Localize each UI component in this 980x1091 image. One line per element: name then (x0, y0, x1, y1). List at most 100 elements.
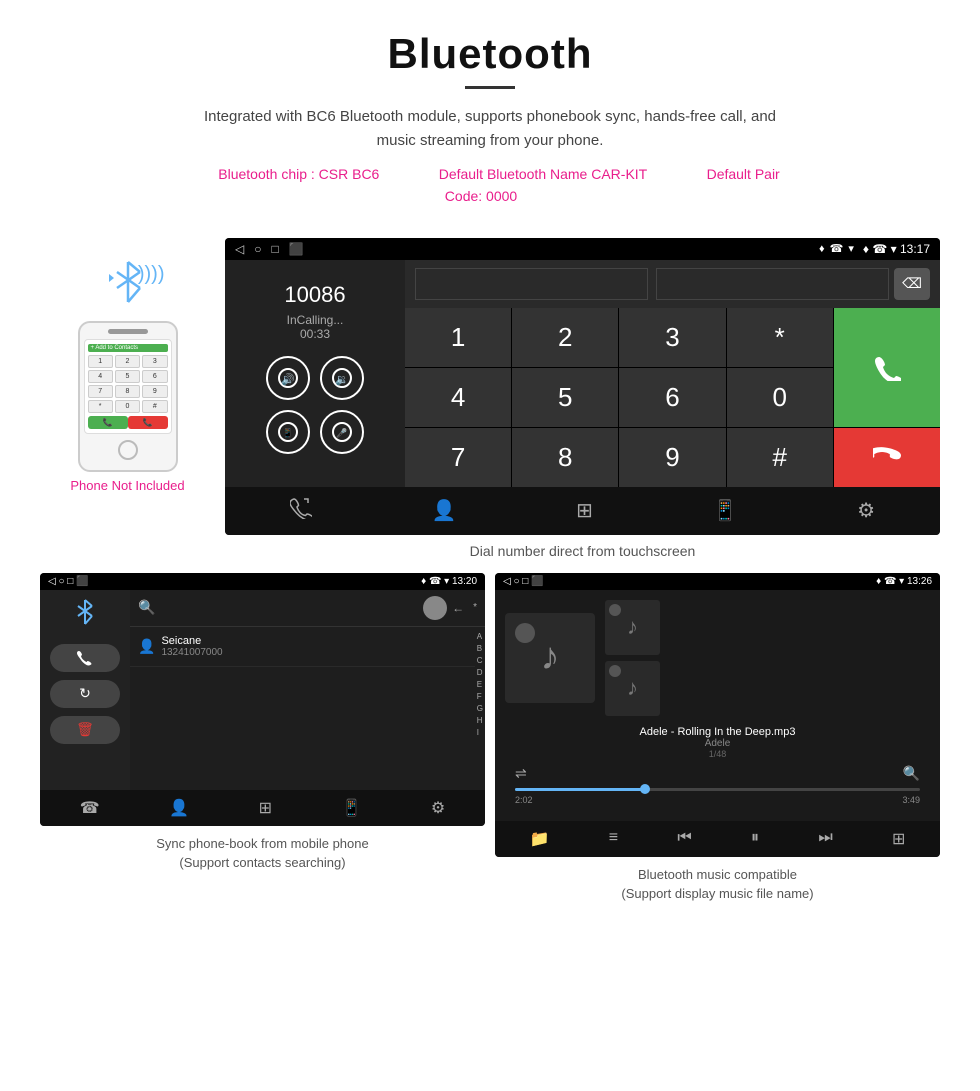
bottom-calls-icon[interactable] (290, 497, 312, 525)
numpad-0[interactable]: 0 (727, 368, 833, 427)
numpad-8[interactable]: 8 (512, 428, 618, 487)
numpad-3[interactable]: 3 (619, 308, 725, 367)
pb-contact-1[interactable]: 👤 Seicane 13241007000 (130, 627, 475, 667)
mute-btn[interactable]: 🎤 (320, 410, 364, 454)
pb-search-icon: 🔍 (138, 599, 155, 616)
ms-play-pause-icon[interactable]: ⏸ (751, 829, 759, 849)
volume-up-btn[interactable]: 🔊 (266, 356, 310, 400)
pb-contact-number: 13241007000 (161, 647, 466, 658)
phone-illustration: )))) + Add to Contacts 1 2 3 4 5 6 7 8 9… (40, 238, 215, 493)
pb-alpha-list: A B C D E F G H I (475, 627, 485, 747)
volume-down-btn[interactable]: 🔉 (320, 356, 364, 400)
phone-speaker (108, 329, 148, 334)
ms-prev-icon[interactable]: ⏮ (677, 829, 691, 849)
ms-search-icon[interactable]: 🔍 (903, 765, 920, 782)
pb-nav-icons: ◁ ○ □ ⬛ (48, 576, 89, 587)
numpad-2[interactable]: 2 (512, 308, 618, 367)
dial-input-box-2[interactable] (656, 268, 889, 300)
numpad-5[interactable]: 5 (512, 368, 618, 427)
numpad-9[interactable]: 9 (619, 428, 725, 487)
transfer-icon: 📱 (278, 422, 298, 442)
spec-line: Bluetooth chip : CSR BC6 Default Bluetoo… (190, 163, 790, 208)
call-red-icon (873, 443, 901, 471)
pb-mic-btn[interactable] (423, 596, 447, 620)
main-screen-wrap: ◁ ○ □ ⬛ ♦ ☎ ▾ ♦ ☎ ▾ 13:17 10086 InCallin… (225, 238, 940, 563)
pb-contact-info: Seicane 13241007000 (161, 635, 466, 658)
alpha-d: D (477, 667, 483, 679)
pb-bottom-dialpad[interactable]: ⊞ (259, 798, 272, 818)
pb-call-icon (77, 650, 93, 666)
ms-album-main: ♪ (505, 613, 595, 703)
pb-search-row: 🔍 ← * (130, 590, 485, 627)
pb-bottom-settings[interactable]: ⚙ (431, 798, 445, 818)
pb-refresh-btn[interactable]: ↻ (50, 680, 120, 708)
dial-input-box[interactable] (415, 268, 648, 300)
pb-bottom-transfer[interactable]: 📱 (341, 798, 361, 818)
alpha-b: B (477, 643, 483, 655)
dial-delete-btn[interactable]: ⌫ (894, 268, 930, 300)
dial-controls: 🔊 🔉 (266, 356, 364, 400)
transfer-btn[interactable]: 📱 (266, 410, 310, 454)
call-icon-status: ☎ (830, 242, 844, 255)
bottom-dialpad-icon[interactable]: ⊞ (576, 498, 593, 523)
pb-empty-space (130, 667, 475, 747)
ms-track-info: Adele - Rolling In the Deep.mp3 Adele 1/… (505, 726, 930, 759)
pb-bottom-calls[interactable]: ☎ (80, 798, 100, 818)
numpad-4[interactable]: 4 (405, 368, 511, 427)
nav-menu: ⬛ (289, 242, 304, 256)
key-4: 4 (88, 370, 113, 383)
ms-shuffle-icon[interactable]: ⇌ (515, 765, 527, 782)
page-title: Bluetooth (40, 30, 940, 78)
ms-eq-icon[interactable]: ⊞ (892, 829, 905, 849)
dial-content: 10086 InCalling... 00:33 🔊 (225, 260, 940, 487)
phone-call-red: 📞 (128, 416, 168, 429)
pb-search-input[interactable] (160, 598, 418, 618)
pb-backspace-icon[interactable]: ← (452, 601, 464, 615)
numpad-hash[interactable]: # (727, 428, 833, 487)
ms-progress-fill (515, 788, 645, 791)
key-hash: # (142, 400, 167, 413)
numpad-7[interactable]: 7 (405, 428, 511, 487)
pb-contact-list-row: 👤 Seicane 13241007000 A B C (130, 627, 485, 747)
ms-folder-icon[interactable]: 📁 (530, 829, 550, 849)
ms-bottom-bar: 📁 ≡ ⏮ ⏸ ⏭ ⊞ (495, 821, 940, 857)
phonebook-caption-line1: Sync phone-book from mobile phone (156, 836, 368, 851)
ms-time-total: 3:49 (902, 795, 920, 805)
nav-home: ○ (254, 242, 261, 256)
page-header: Bluetooth Integrated with BC6 Bluetooth … (0, 0, 980, 228)
pb-bottom-contacts[interactable]: 👤 (169, 798, 189, 818)
ms-next-icon[interactable]: ⏭ (818, 829, 832, 849)
ms-list-icon[interactable]: ≡ (609, 829, 618, 849)
music-caption-line2: (Support display music file name) (621, 886, 813, 901)
numpad-end-call[interactable] (834, 428, 940, 487)
ms-time-current: 2:02 (515, 795, 533, 805)
middle-section: )))) + Add to Contacts 1 2 3 4 5 6 7 8 9… (0, 228, 980, 563)
svg-text:🔉: 🔉 (335, 374, 349, 386)
nav-recents: □ (271, 242, 278, 256)
pb-delete-btn[interactable]: 🗑 (50, 716, 120, 744)
alpha-a: A (477, 631, 483, 643)
ms-time: ♦ ☎ ▾ 13:26 (876, 576, 932, 587)
alpha-g: G (477, 703, 483, 715)
numpad-call[interactable] (834, 308, 940, 427)
bottom-settings-icon[interactable]: ⚙ (857, 498, 875, 523)
numpad-6[interactable]: 6 (619, 368, 725, 427)
spec-chip: Bluetooth chip : CSR BC6 (218, 166, 379, 182)
ms-nav-icons: ◁ ○ □ ⬛ (503, 576, 544, 587)
pb-time: ♦ ☎ ▾ 13:20 (421, 576, 477, 587)
title-divider (465, 86, 515, 89)
svg-text:🎤: 🎤 (336, 427, 347, 438)
numpad-star[interactable]: * (727, 308, 833, 367)
time-display: ♦ ☎ ▾ 13:17 (863, 242, 930, 256)
dial-left-panel: 10086 InCalling... 00:33 🔊 (225, 260, 405, 487)
volume-up-icon: 🔊 (278, 368, 298, 388)
ms-progress-bar[interactable] (515, 788, 920, 791)
bottom-contacts-icon[interactable]: 👤 (432, 498, 457, 523)
numpad-1[interactable]: 1 (405, 308, 511, 367)
bottom-transfer-icon[interactable]: 📱 (713, 498, 738, 523)
pb-call-btn[interactable] (50, 644, 120, 672)
ms-music-note-main: ♪ (541, 636, 560, 679)
bottom-nav-bar: 👤 ⊞ 📱 ⚙ (225, 487, 940, 535)
ms-thumb-dot-2 (609, 665, 621, 677)
phonebook-caption: Sync phone-book from mobile phone (Suppo… (156, 834, 368, 873)
